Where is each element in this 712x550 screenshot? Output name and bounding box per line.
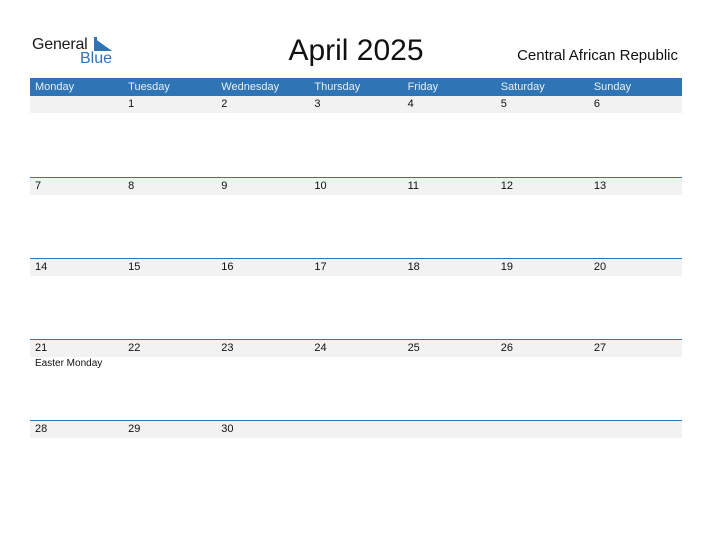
day-cell: 4	[407, 98, 414, 110]
day-cell: 18	[407, 261, 420, 273]
day-cell: 20	[593, 261, 607, 273]
day-cell: 9	[221, 180, 228, 192]
day-cell: 22	[128, 342, 141, 354]
date-strip: 28 29 30	[30, 420, 682, 438]
day-cell: 28	[35, 423, 48, 435]
date-strip: 21 22 23 24 25 26 27	[30, 339, 682, 357]
week-row: 21 22 23 24 25 26 27 Easter Monday	[30, 339, 682, 420]
day-cell: 13	[593, 180, 607, 192]
day-cell: 8	[128, 180, 135, 192]
day-cell: 2	[221, 98, 228, 110]
weekday-wednesday: Wednesday	[221, 81, 280, 93]
day-cell	[589, 421, 682, 438]
day-cell: 7	[35, 180, 42, 192]
week-row: 7 8 9 10 11 12 13	[30, 177, 682, 258]
day-cell: 26	[500, 342, 513, 354]
day-cell: 1	[128, 98, 135, 110]
day-cell: 21	[35, 342, 48, 354]
week-row: 14 15 16 17 18 19 20	[30, 258, 682, 339]
day-cell: 17	[314, 261, 327, 273]
day-cell	[30, 96, 123, 113]
day-cell: 30	[221, 423, 234, 435]
day-cell	[309, 421, 402, 438]
day-cell: 15	[128, 261, 141, 273]
day-cell: 25	[407, 342, 420, 354]
day-cell: 6	[593, 98, 600, 110]
weekday-thursday: Thursday	[314, 81, 361, 93]
country-name: Central African Republic	[517, 47, 678, 64]
weekday-saturday: Saturday	[500, 81, 545, 93]
day-cell: 14	[35, 261, 48, 273]
day-cell: 19	[500, 261, 513, 273]
day-cell: 3	[314, 98, 321, 110]
weekday-friday: Friday	[407, 81, 439, 93]
day-cell: 29	[128, 423, 141, 435]
day-cell: 10	[314, 180, 327, 192]
weekday-sunday: Sunday	[593, 81, 632, 93]
day-cell	[496, 421, 589, 438]
day-cell: 12	[500, 180, 513, 192]
week-row: 28 29 30	[30, 420, 682, 501]
holiday-label: Easter Monday	[35, 358, 103, 369]
day-cell	[403, 421, 496, 438]
date-strip: 14 15 16 17 18 19 20	[30, 258, 682, 276]
weekday-tuesday: Tuesday	[128, 81, 170, 93]
date-strip: 7 8 9 10 11 12 13	[30, 177, 682, 195]
day-cell: 11	[407, 180, 419, 192]
date-strip: 1 2 3 4 5 6	[30, 96, 682, 113]
weekday-monday: Monday	[35, 81, 75, 93]
day-cell: 27	[593, 342, 607, 354]
week-row: 1 2 3 4 5 6	[30, 96, 682, 177]
day-cell: 23	[221, 342, 234, 354]
day-cell: 5	[500, 98, 507, 110]
calendar-grid: Monday Tuesday Wednesday Thursday Friday…	[30, 78, 682, 501]
weekday-header: Monday Tuesday Wednesday Thursday Friday…	[30, 78, 682, 96]
day-cell: 16	[221, 261, 234, 273]
day-cell: 24	[314, 342, 327, 354]
